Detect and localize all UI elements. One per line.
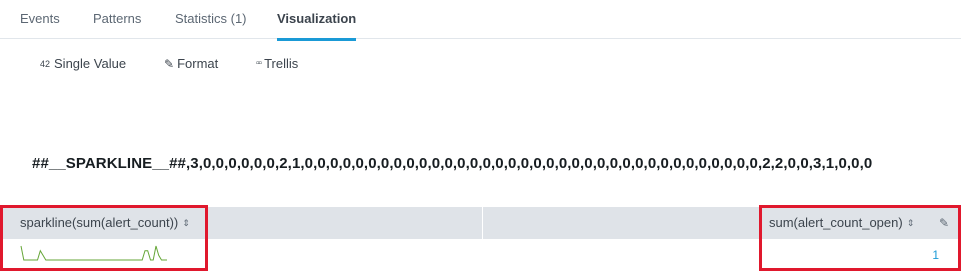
sparkline-series-line xyxy=(20,245,167,261)
tab-patterns[interactable]: Patterns xyxy=(93,10,141,38)
single-value-text: ##__SPARKLINE__##,3,0,0,0,0,0,0,2,1,0,0,… xyxy=(32,155,873,172)
sort-icon[interactable]: ⇕ xyxy=(182,218,190,228)
sparkline-chart xyxy=(20,245,167,261)
results-tabs: Events Patterns Statistics (1) Visualiza… xyxy=(0,0,961,41)
single-value-label: Single Value xyxy=(54,56,127,71)
single-value-button[interactable]: 42 Single Value xyxy=(40,56,126,71)
sort-icon[interactable]: ⇕ xyxy=(907,218,915,228)
column-header-label: sum(alert_count_open) xyxy=(769,215,903,230)
format-button[interactable]: ✎ Format xyxy=(164,56,218,71)
tab-events[interactable]: Events xyxy=(20,10,60,38)
tab-statistics[interactable]: Statistics (1) xyxy=(175,10,247,38)
trellis-label: Trellis xyxy=(264,56,299,71)
viz-toolbar: 42 Single Value ✎ Format ▫▫ Trellis xyxy=(0,56,961,76)
search-results-page: Events Patterns Statistics (1) Visualiza… xyxy=(0,0,961,271)
table-header: sparkline(sum(alert_count)) ⇕ sum(alert_c… xyxy=(0,207,961,239)
sum-open-cell[interactable]: 1 xyxy=(932,248,939,262)
column-header-label: sparkline(sum(alert_count)) xyxy=(20,215,179,230)
single-value-icon: 42 xyxy=(40,58,51,69)
grid-icon: ▫▫ xyxy=(256,58,262,69)
column-header-empty xyxy=(483,207,753,239)
column-header-sum-open[interactable]: sum(alert_count_open) ⇕ xyxy=(769,207,914,239)
format-label: Format xyxy=(177,56,219,71)
column-header-sparkline[interactable]: sparkline(sum(alert_count)) ⇕ xyxy=(0,207,483,239)
wrench-icon[interactable]: ✎ xyxy=(939,207,949,239)
pencil-icon: ✎ xyxy=(164,56,175,71)
tab-visualization[interactable]: Visualization xyxy=(277,10,357,41)
trellis-button[interactable]: ▫▫ Trellis xyxy=(256,56,298,71)
